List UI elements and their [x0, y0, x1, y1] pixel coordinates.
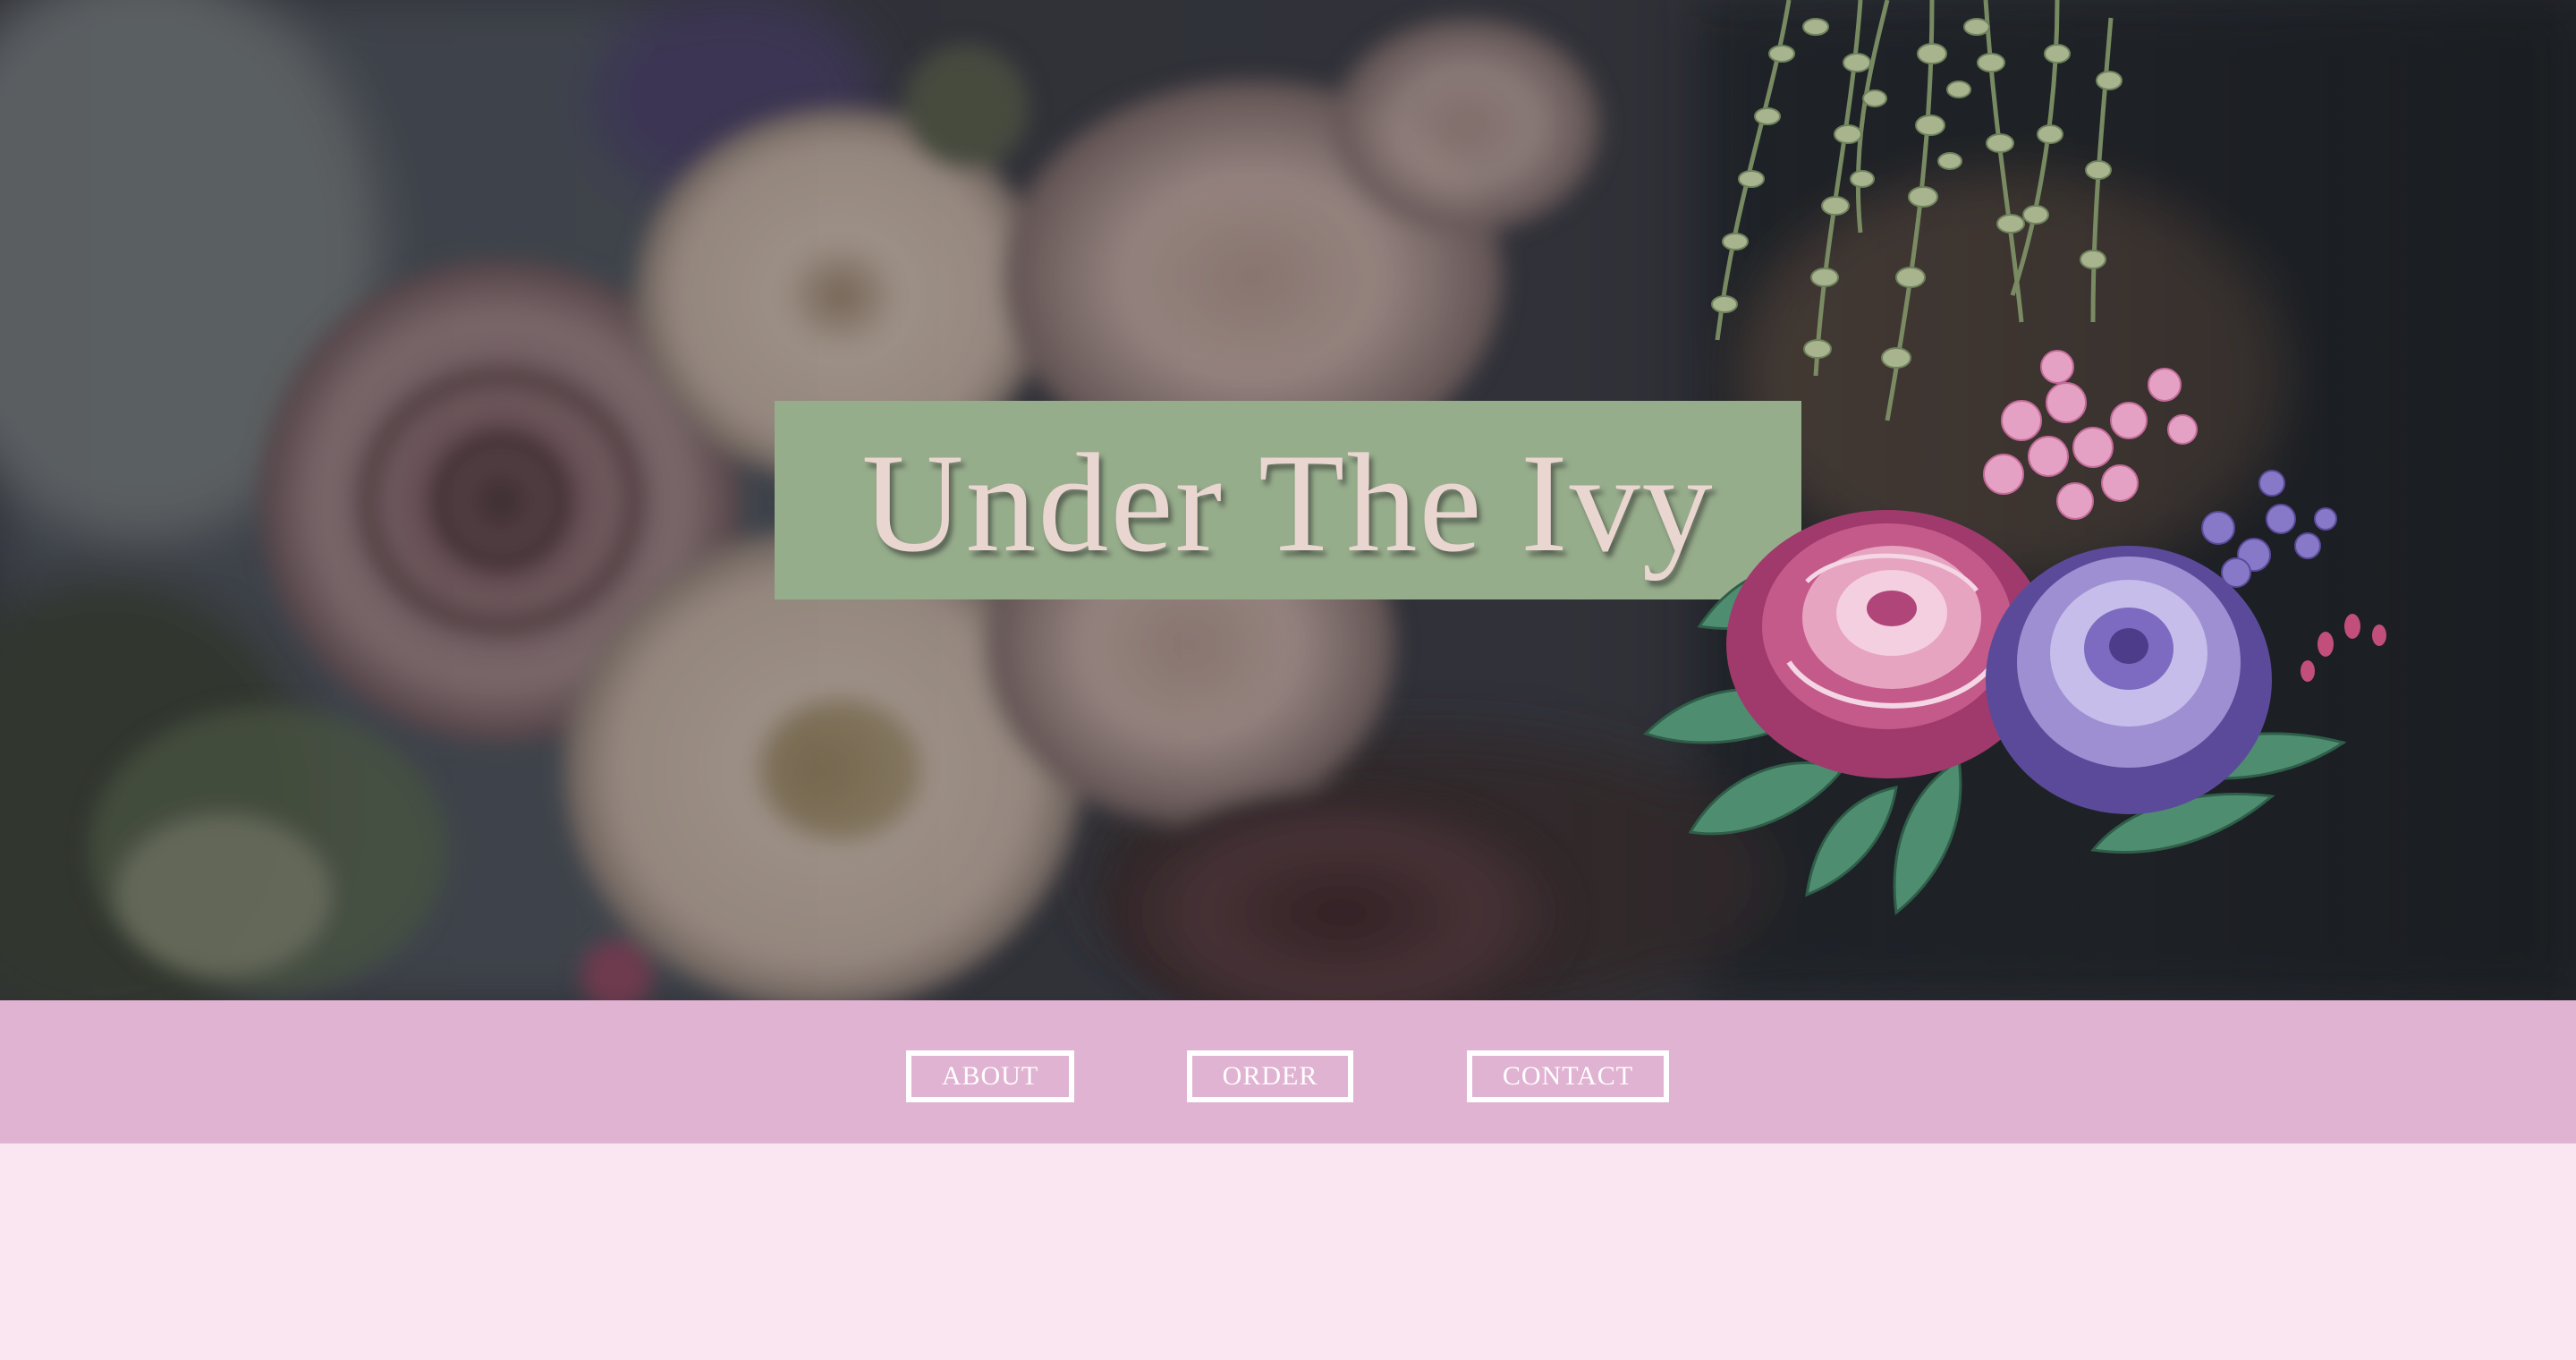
purple-blossoms [2201, 470, 2337, 588]
flower-buds [2301, 614, 2386, 682]
nav-about-button[interactable]: ABOUT [906, 1050, 1074, 1102]
content-area [0, 1143, 2576, 1360]
floral-illustration [1643, 0, 2386, 915]
nav-contact-button[interactable]: CONTACT [1467, 1050, 1669, 1102]
main-navigation: ABOUT ORDER CONTACT [0, 1000, 2576, 1143]
pink-blossoms [1983, 350, 2198, 520]
nav-order-button[interactable]: ORDER [1187, 1050, 1353, 1102]
hero-banner: Under The Ivy [0, 0, 2576, 1000]
